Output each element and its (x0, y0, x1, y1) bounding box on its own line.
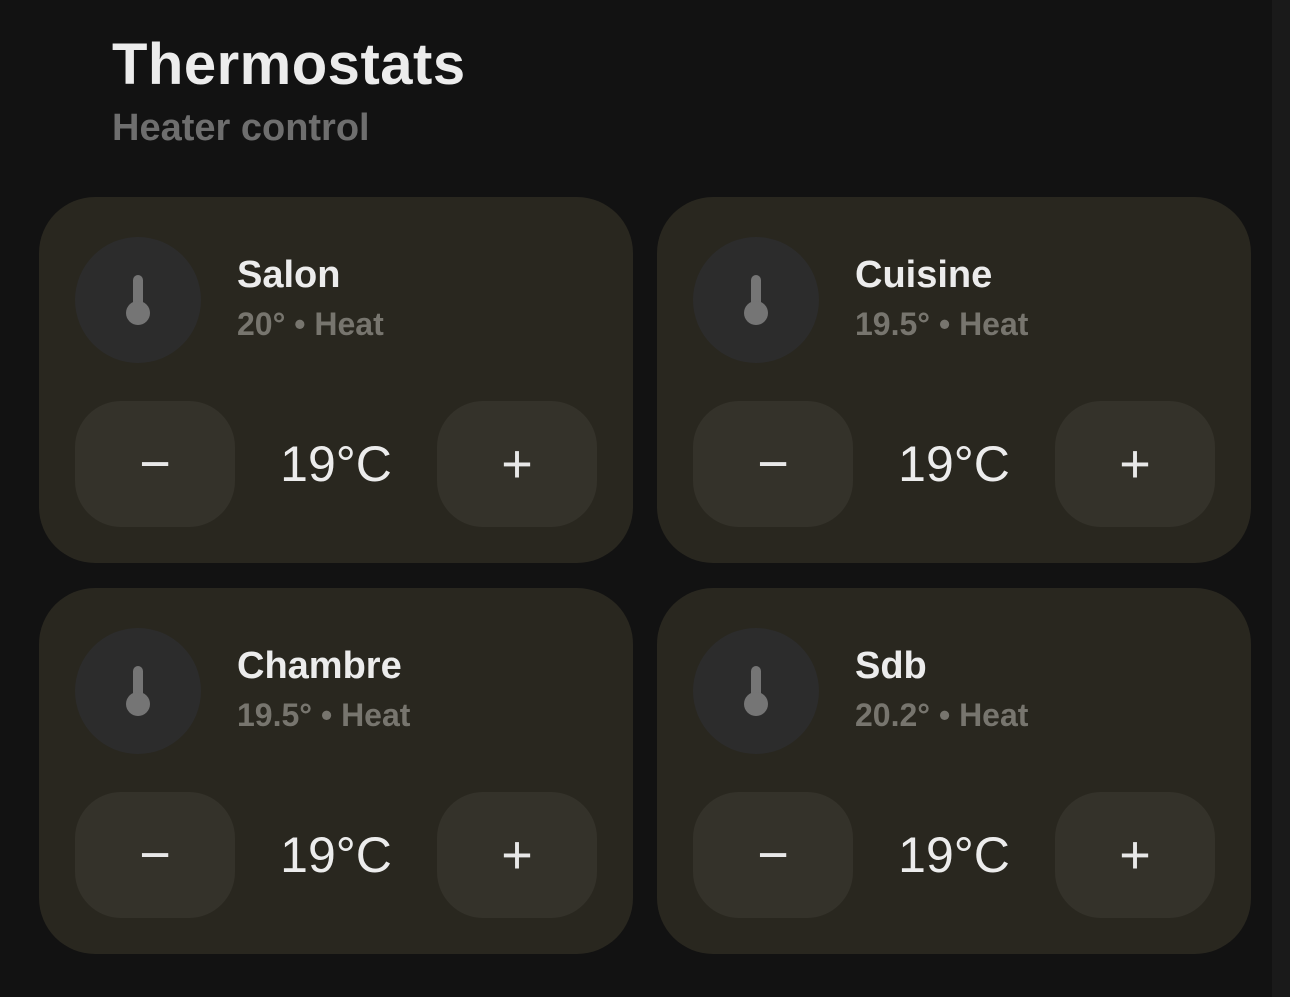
decrease-temperature-button[interactable]: − (75, 401, 235, 527)
thermostat-name: Cuisine (855, 254, 993, 296)
plus-icon: + (501, 434, 533, 494)
decrease-temperature-button[interactable]: − (75, 792, 235, 918)
thermometer-icon-badge (693, 237, 819, 363)
plus-icon: + (1119, 434, 1151, 494)
increase-temperature-button[interactable]: + (1055, 401, 1215, 527)
thermostat-name: Chambre (237, 645, 402, 687)
page-header: Thermostats Heater control (112, 30, 466, 152)
increase-temperature-button[interactable]: + (437, 792, 597, 918)
thermometer-icon (744, 275, 768, 325)
page-subtitle: Heater control (112, 107, 370, 149)
setpoint-value: 19°C (898, 827, 1010, 883)
setpoint-value: 19°C (280, 827, 392, 883)
thermostat-status: 19.5° • Heat (237, 697, 411, 733)
plus-icon: + (501, 825, 533, 885)
thermostat-name: Sdb (855, 645, 927, 687)
increase-temperature-button[interactable]: + (437, 401, 597, 527)
thermostat-status: 19.5° • Heat (855, 306, 1029, 342)
minus-icon: − (757, 825, 789, 885)
thermometer-icon (126, 666, 150, 716)
thermometer-icon-badge (75, 628, 201, 754)
thermometer-icon-badge (75, 237, 201, 363)
decrease-temperature-button[interactable]: − (693, 401, 853, 527)
thermostat-status: 20° • Heat (237, 306, 384, 342)
plus-icon: + (1119, 825, 1151, 885)
thermostat-card-chambre[interactable]: Chambre 19.5° • Heat − 19°C + (39, 588, 633, 954)
minus-icon: − (757, 434, 789, 494)
minus-icon: − (139, 434, 171, 494)
minus-icon: − (139, 825, 171, 885)
thermometer-icon (126, 275, 150, 325)
decrease-temperature-button[interactable]: − (693, 792, 853, 918)
setpoint-value: 19°C (280, 436, 392, 492)
thermometer-icon-badge (693, 628, 819, 754)
setpoint-value: 19°C (898, 436, 1010, 492)
increase-temperature-button[interactable]: + (1055, 792, 1215, 918)
thermostat-card-sdb[interactable]: Sdb 20.2° • Heat − 19°C + (657, 588, 1251, 954)
thermostat-card-cuisine[interactable]: Cuisine 19.5° • Heat − 19°C + (657, 197, 1251, 563)
thermostat-name: Salon (237, 254, 341, 296)
thermostat-card-salon[interactable]: Salon 20° • Heat − 19°C + (39, 197, 633, 563)
thermometer-icon (744, 666, 768, 716)
page-title: Thermostats (112, 32, 466, 97)
thermostat-status: 20.2° • Heat (855, 697, 1029, 733)
thermostat-grid: Salon 20° • Heat − 19°C + Cuisine 19.5° … (39, 197, 1251, 954)
scrollbar-track[interactable] (1272, 0, 1290, 997)
